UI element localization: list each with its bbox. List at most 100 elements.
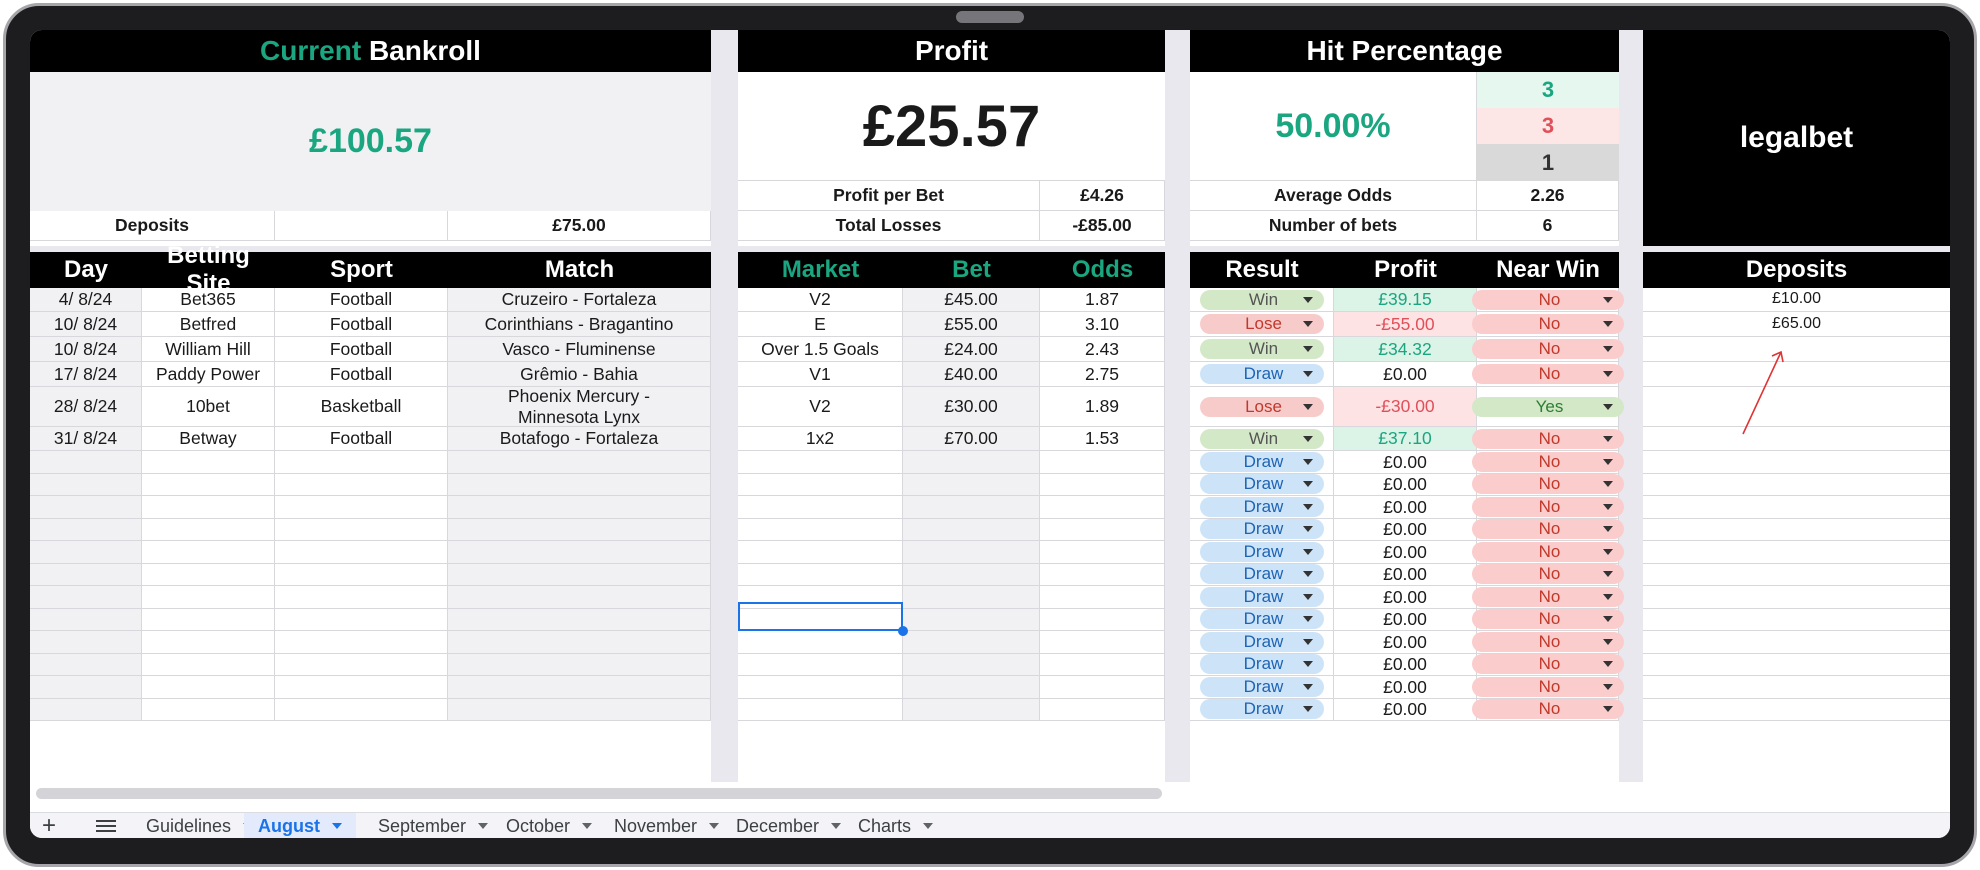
- cell-site[interactable]: [142, 653, 275, 676]
- cell-sport[interactable]: Football: [275, 427, 448, 451]
- cell-result[interactable]: Draw: [1190, 608, 1334, 631]
- cell-near-win[interactable]: No: [1471, 563, 1624, 586]
- total-losses-value[interactable]: -£85.00: [1040, 211, 1165, 241]
- chevron-down-icon[interactable]: [709, 823, 720, 829]
- cell-odds[interactable]: 1.53: [1040, 427, 1165, 451]
- cell-near-win[interactable]: No: [1471, 496, 1624, 519]
- deposits-label[interactable]: Deposits: [30, 211, 275, 241]
- cell-site[interactable]: Betway: [142, 427, 275, 451]
- result-dropdown[interactable]: Draw: [1199, 451, 1324, 472]
- cell-day[interactable]: [30, 496, 142, 519]
- profit-value[interactable]: £25.57: [738, 72, 1165, 181]
- near-win-dropdown[interactable]: No: [1471, 474, 1624, 495]
- cell-match[interactable]: Vasco - Fluminense: [448, 337, 711, 362]
- cell-day[interactable]: 10/ 8/24: [30, 312, 142, 337]
- average-odds-label[interactable]: Average Odds: [1190, 181, 1477, 211]
- near-win-dropdown[interactable]: No: [1471, 289, 1624, 310]
- cell-day[interactable]: [30, 518, 142, 541]
- cell-bet[interactable]: [903, 698, 1040, 721]
- cell-market[interactable]: 1x2: [738, 427, 903, 451]
- cell-deposit[interactable]: [1643, 427, 1950, 451]
- cell-site[interactable]: [142, 541, 275, 564]
- cell-near-win[interactable]: No: [1471, 518, 1624, 541]
- result-dropdown[interactable]: Draw: [1199, 496, 1324, 517]
- cell-deposit[interactable]: [1643, 541, 1950, 564]
- cell-day[interactable]: [30, 653, 142, 676]
- near-win-dropdown[interactable]: No: [1471, 676, 1624, 697]
- cell-day[interactable]: [30, 541, 142, 564]
- result-dropdown[interactable]: Lose: [1199, 396, 1324, 417]
- cell-site[interactable]: [142, 518, 275, 541]
- result-dropdown[interactable]: Draw: [1199, 699, 1324, 720]
- cell-bet[interactable]: [903, 653, 1040, 676]
- cell-bet[interactable]: [903, 676, 1040, 699]
- cell-odds[interactable]: [1040, 563, 1165, 586]
- cell-bet[interactable]: [903, 496, 1040, 519]
- cell-sport[interactable]: [275, 518, 448, 541]
- cell-profit[interactable]: £0.00: [1334, 473, 1477, 496]
- cell-match[interactable]: [448, 698, 711, 721]
- cell-deposit[interactable]: [1643, 519, 1950, 541]
- cell-day[interactable]: [30, 631, 142, 654]
- near-win-dropdown[interactable]: Yes: [1471, 396, 1624, 417]
- near-win-dropdown[interactable]: No: [1471, 428, 1624, 449]
- cell-near-win[interactable]: No: [1471, 362, 1624, 387]
- cell-sport[interactable]: Football: [275, 337, 448, 362]
- cell-day[interactable]: [30, 563, 142, 586]
- cell-result[interactable]: Lose: [1190, 312, 1334, 337]
- cell-result[interactable]: Draw: [1190, 631, 1334, 654]
- chevron-down-icon[interactable]: [831, 823, 842, 829]
- cell-bet[interactable]: [903, 451, 1040, 474]
- cell-deposit[interactable]: [1643, 676, 1950, 699]
- cell-odds[interactable]: [1040, 518, 1165, 541]
- result-dropdown[interactable]: Win: [1199, 289, 1324, 310]
- cell-site[interactable]: Bet365: [142, 288, 275, 312]
- near-win-dropdown[interactable]: No: [1471, 609, 1624, 630]
- cell-site[interactable]: [142, 608, 275, 631]
- cell-market[interactable]: V2: [738, 387, 903, 427]
- cell-near-win[interactable]: Yes: [1471, 387, 1624, 427]
- cell-site[interactable]: [142, 676, 275, 699]
- cell-sport[interactable]: [275, 563, 448, 586]
- cell-match[interactable]: Cruzeiro - Fortaleza: [448, 288, 711, 312]
- cell-odds[interactable]: 1.87: [1040, 288, 1165, 312]
- cell-match[interactable]: [448, 541, 711, 564]
- cell-near-win[interactable]: No: [1471, 653, 1624, 676]
- cell-market[interactable]: [738, 631, 903, 654]
- cell-day[interactable]: 17/ 8/24: [30, 362, 142, 387]
- cell-sport[interactable]: Football: [275, 312, 448, 337]
- cell-result[interactable]: Draw: [1190, 362, 1334, 387]
- near-win-dropdown[interactable]: No: [1471, 364, 1624, 384]
- all-sheets-menu-icon[interactable]: [96, 813, 116, 838]
- cell-profit[interactable]: £39.15: [1334, 288, 1477, 312]
- cell-match[interactable]: [448, 451, 711, 474]
- near-win-dropdown[interactable]: No: [1471, 586, 1624, 607]
- cell-sport[interactable]: [275, 541, 448, 564]
- cell-near-win[interactable]: No: [1471, 676, 1624, 699]
- cell-result[interactable]: Win: [1190, 288, 1334, 312]
- cell-deposit[interactable]: [1643, 474, 1950, 496]
- cell-sport[interactable]: [275, 451, 448, 474]
- near-win-dropdown[interactable]: No: [1471, 564, 1624, 585]
- cell-day[interactable]: 4/ 8/24: [30, 288, 142, 312]
- near-win-dropdown[interactable]: No: [1471, 654, 1624, 675]
- cell-profit[interactable]: -£55.00: [1334, 312, 1477, 337]
- result-dropdown[interactable]: Draw: [1199, 631, 1324, 652]
- cell-deposit[interactable]: [1643, 631, 1950, 654]
- cell-result[interactable]: Draw: [1190, 653, 1334, 676]
- cell-profit[interactable]: £0.00: [1334, 698, 1477, 721]
- number-of-bets-value[interactable]: 6: [1477, 211, 1619, 241]
- deposits-empty-cell[interactable]: [275, 211, 448, 241]
- near-win-dropdown[interactable]: No: [1471, 631, 1624, 652]
- cell-result[interactable]: Draw: [1190, 451, 1334, 474]
- cell-profit[interactable]: -£30.00: [1334, 387, 1477, 427]
- cell-site[interactable]: [142, 631, 275, 654]
- cell-bet[interactable]: £70.00: [903, 427, 1040, 451]
- cell-result[interactable]: Draw: [1190, 541, 1334, 564]
- cell-profit[interactable]: £0.00: [1334, 653, 1477, 676]
- chevron-down-icon[interactable]: [923, 823, 934, 829]
- cell-match[interactable]: [448, 518, 711, 541]
- cell-near-win[interactable]: No: [1471, 473, 1624, 496]
- cell-market[interactable]: [738, 473, 903, 496]
- cell-match[interactable]: [448, 496, 711, 519]
